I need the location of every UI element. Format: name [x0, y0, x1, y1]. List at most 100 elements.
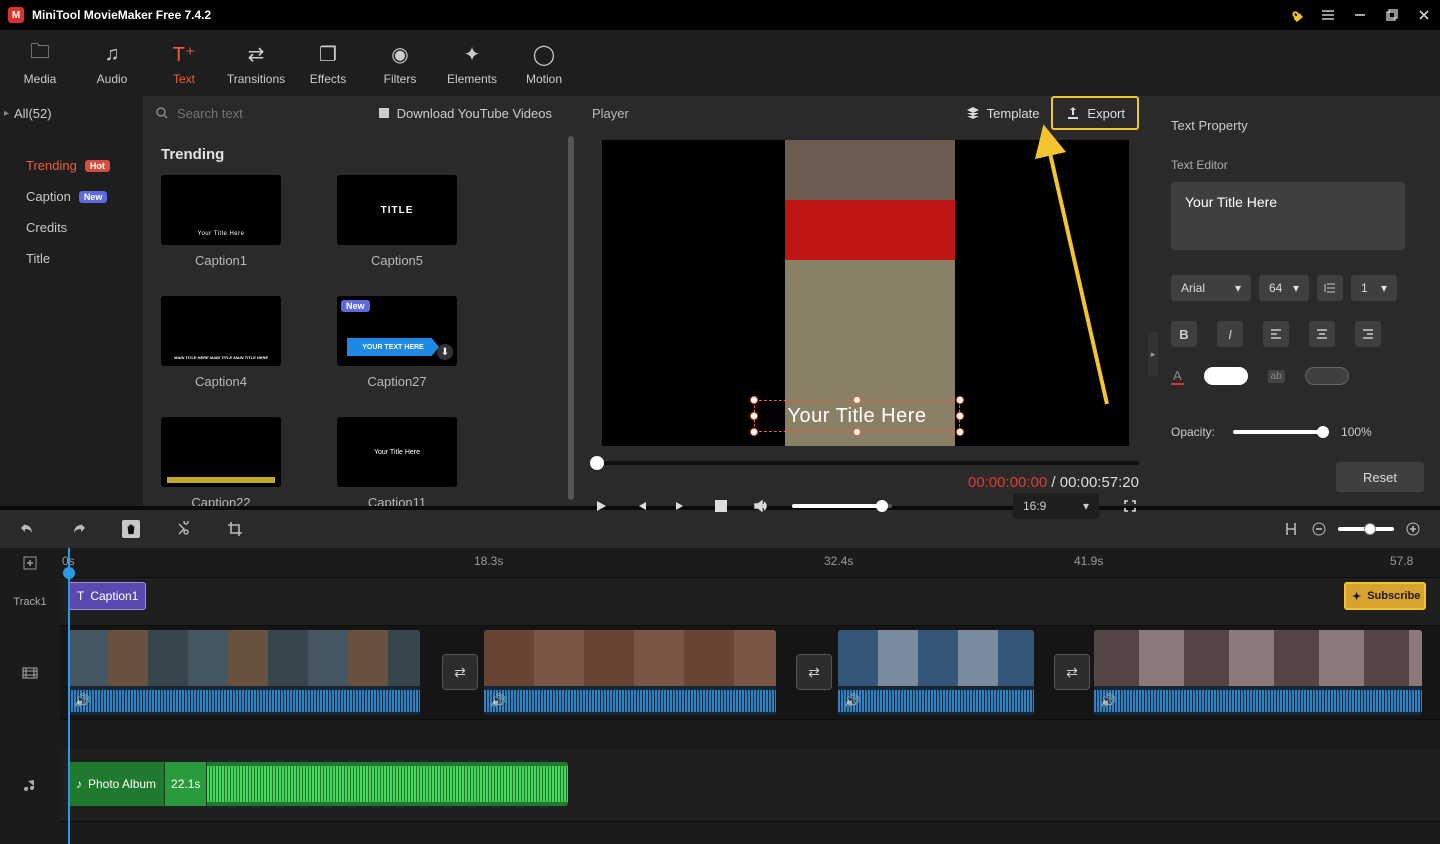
zoom-out-button[interactable]	[1310, 520, 1328, 538]
caption-clip[interactable]: T Caption1	[68, 582, 146, 610]
scrubber-handle[interactable]	[590, 456, 604, 470]
tab-filters[interactable]: ◉Filters	[364, 34, 436, 92]
prev-frame-button[interactable]	[632, 497, 650, 515]
font-select[interactable]: Arial▾	[1171, 275, 1251, 301]
split-button[interactable]	[174, 520, 192, 538]
delete-button[interactable]	[122, 520, 140, 538]
video-clip-4[interactable]: 🔊	[1094, 630, 1422, 715]
text-icon: T⁺	[173, 40, 196, 68]
tab-elements[interactable]: ✦Elements	[436, 34, 508, 92]
property-title: Text Property	[1155, 96, 1440, 154]
window-close-icon[interactable]	[1416, 7, 1432, 23]
italic-button[interactable]: I	[1217, 321, 1243, 347]
line-spacing-icon	[1317, 275, 1343, 301]
clip-audio-icon: 🔊	[490, 693, 506, 709]
tab-transitions[interactable]: ⇄Transitions	[220, 34, 292, 92]
line-spacing-select[interactable]: 1▾	[1351, 275, 1397, 301]
transition-placeholder-1[interactable]: ⇄	[442, 654, 478, 690]
collapse-panel-button[interactable]: ▸	[1148, 332, 1158, 376]
template-button[interactable]: Template	[953, 98, 1052, 128]
player-panel: Player Template Export Your Title Here	[576, 96, 1155, 506]
add-track-button[interactable]	[0, 548, 60, 578]
download-videos-link[interactable]: Download YouTube Videos	[377, 106, 564, 121]
video-clip-3[interactable]: 🔊	[838, 630, 1034, 715]
window-minimize-icon[interactable]	[1352, 7, 1368, 23]
tab-motion[interactable]: ◯Motion	[508, 34, 580, 92]
category-credits[interactable]: Credits	[0, 212, 143, 243]
next-frame-button[interactable]	[672, 497, 690, 515]
stop-button[interactable]	[712, 497, 730, 515]
time-ruler[interactable]: 0s 18.3s 32.4s 41.9s 57.8	[60, 548, 1440, 578]
zoom-slider[interactable]	[1338, 527, 1394, 531]
download-preset-icon[interactable]: ⬇	[437, 344, 453, 360]
align-left-button[interactable]	[1263, 321, 1289, 347]
transition-2[interactable]: ⇄	[796, 654, 832, 690]
subscribe-clip[interactable]: ✦ Subscribe	[1344, 582, 1426, 610]
titlebar: M MiniTool MovieMaker Free 7.4.2	[0, 0, 1440, 30]
upgrade-icon[interactable]	[1288, 7, 1304, 23]
preset-caption27[interactable]: New YOUR TEXT HERE ⬇ Caption27	[337, 296, 457, 389]
menu-icon[interactable]	[1320, 7, 1336, 23]
sparkle-icon: ✦	[464, 40, 481, 68]
fullscreen-button[interactable]	[1121, 497, 1139, 515]
text-browser-panel: All(52) Download YouTube Videos Trending…	[0, 96, 576, 506]
search-input[interactable]	[177, 106, 353, 121]
crop-button[interactable]	[226, 520, 244, 538]
undo-button[interactable]	[18, 520, 36, 538]
playhead[interactable]	[68, 548, 70, 844]
grid-heading: Trending	[161, 146, 558, 163]
audio-track[interactable]: ♪Photo Album 22.1s	[60, 750, 1440, 822]
hot-badge: Hot	[85, 160, 110, 172]
preview-canvas[interactable]: Your Title Here	[602, 140, 1129, 446]
opacity-slider[interactable]	[1233, 430, 1323, 434]
redo-button[interactable]	[70, 520, 88, 538]
volume-icon[interactable]	[752, 497, 770, 515]
play-button[interactable]	[592, 497, 610, 515]
font-color-swatch[interactable]	[1204, 367, 1248, 385]
reset-button[interactable]: Reset	[1336, 462, 1424, 492]
audio-clip[interactable]: ♪Photo Album 22.1s	[68, 762, 568, 806]
text-editor-label: Text Editor	[1171, 158, 1424, 172]
video-track-icon	[0, 626, 60, 720]
scrubber[interactable]	[592, 456, 1139, 470]
chevron-down-icon: ▾	[1381, 281, 1387, 295]
volume-slider[interactable]	[792, 504, 892, 508]
text-overlay[interactable]: Your Title Here	[750, 396, 964, 436]
clip-audio-icon: 🔊	[74, 693, 90, 709]
font-size-select[interactable]: 64▾	[1259, 275, 1309, 301]
opacity-label: Opacity:	[1171, 425, 1215, 439]
text-content-input[interactable]	[1171, 182, 1405, 250]
video-clip-1[interactable]: 🔊	[68, 630, 420, 715]
snap-toggle-icon[interactable]	[1282, 520, 1300, 538]
sparkle-icon: ✦	[1352, 590, 1361, 603]
text-track[interactable]: T Caption1 ✦ Subscribe	[60, 578, 1440, 626]
category-caption[interactable]: CaptionNew	[0, 181, 143, 212]
align-center-button[interactable]	[1309, 321, 1335, 347]
overlap-icon: ◉	[391, 40, 408, 68]
video-clip-2[interactable]: 🔊	[484, 630, 776, 715]
layers-icon: ❐	[319, 40, 337, 68]
video-track[interactable]: 🔊 🔊 🔊 🔊 ⇄ ⇄ ⇄	[60, 626, 1440, 720]
preset-caption11[interactable]: Your Title Here Caption11	[337, 417, 457, 506]
grid-scrollbar[interactable]	[568, 136, 574, 500]
align-right-button[interactable]	[1355, 321, 1381, 347]
category-title[interactable]: Title	[0, 243, 143, 274]
category-trending[interactable]: TrendingHot	[0, 150, 143, 181]
all-filter-button[interactable]: All(52)	[0, 96, 143, 130]
preset-caption4[interactable]: MAIN TITLE HERE MAIN TITLE MAIN TITLE HE…	[161, 296, 281, 389]
tab-effects[interactable]: ❐Effects	[292, 34, 364, 92]
window-maximize-icon[interactable]	[1384, 7, 1400, 23]
aspect-select[interactable]: 16:9▾	[1013, 493, 1099, 519]
tab-audio[interactable]: ♫Audio	[76, 34, 148, 92]
bold-button[interactable]: B	[1171, 321, 1197, 347]
chevron-down-icon: ▾	[1293, 281, 1299, 295]
transition-3[interactable]: ⇄	[1054, 654, 1090, 690]
preset-caption5[interactable]: TITLE Caption5	[337, 175, 457, 268]
zoom-in-button[interactable]	[1404, 520, 1422, 538]
export-button[interactable]: Export	[1051, 96, 1139, 130]
tab-text[interactable]: T⁺Text	[148, 34, 220, 92]
tab-media[interactable]: 🗀Media	[4, 34, 76, 92]
highlight-color-swatch[interactable]	[1305, 367, 1349, 385]
preset-caption1[interactable]: Your Title Here Caption1	[161, 175, 281, 268]
preset-caption22[interactable]: Caption22	[161, 417, 281, 506]
